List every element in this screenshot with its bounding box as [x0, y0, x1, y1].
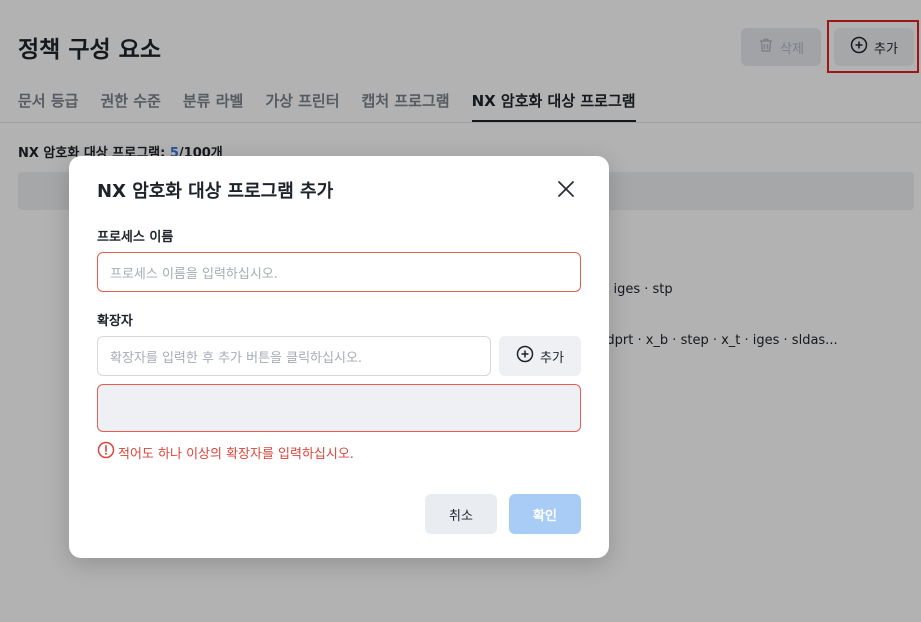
cancel-button[interactable]: 취소 [425, 494, 497, 534]
alert-circle-icon [97, 441, 115, 463]
add-program-dialog: NX 암호화 대상 프로그램 추가 프로세스 이름 프로세스 이름을 입력하십시… [69, 156, 609, 558]
dialog-title: NX 암호화 대상 프로그램 추가 [97, 181, 334, 202]
extension-label: 확장자 [97, 314, 133, 329]
add-extension-button[interactable]: 추가 [499, 336, 581, 376]
close-icon[interactable] [555, 178, 577, 200]
add-extension-label: 추가 [540, 350, 564, 366]
extension-placeholder: 확장자를 입력한 후 추가 버튼을 클릭하십시오. [110, 350, 363, 366]
confirm-button[interactable]: 확인 [509, 494, 581, 534]
extension-error: 적어도 하나 이상의 확장자를 입력하십시오. [97, 441, 354, 463]
plus-circle-icon [516, 345, 534, 367]
extension-input[interactable]: 확장자를 입력한 후 추가 버튼을 클릭하십시오. [97, 336, 491, 376]
process-name-label: 프로세스 이름 [97, 230, 174, 245]
extension-list [97, 384, 581, 432]
process-name-placeholder: 프로세스 이름을 입력하십시오. [110, 266, 278, 282]
process-name-input[interactable]: 프로세스 이름을 입력하십시오. [97, 252, 581, 292]
error-message: 적어도 하나 이상의 확장자를 입력하십시오. [118, 446, 354, 462]
